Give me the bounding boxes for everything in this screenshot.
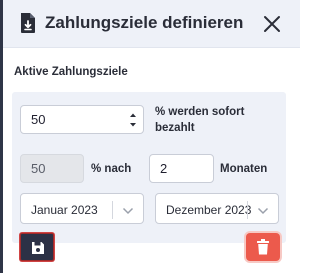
months-input[interactable]: 2 [149, 154, 214, 183]
immediate-percent-label: % werden sofort bezahlt [155, 106, 245, 134]
save-button[interactable] [20, 233, 54, 261]
select-divider [247, 201, 248, 219]
percent-stepper[interactable] [129, 111, 137, 129]
chevron-down-icon[interactable] [122, 205, 134, 215]
immediate-percent-input[interactable]: 50 [20, 105, 144, 134]
payment-terms-dialog: Zahlungsziele definieren Aktive Zahlungs… [0, 0, 300, 273]
start-month-select[interactable]: Januar 2023 [20, 193, 144, 224]
document-download-icon [19, 12, 37, 34]
months-label: Monaten [220, 163, 268, 175]
immediate-percent-value: 50 [31, 112, 46, 127]
delete-button[interactable] [246, 233, 280, 261]
dialog-title: Zahlungsziele definieren [45, 13, 244, 32]
dialog-header: Zahlungsziele definieren [3, 0, 300, 48]
percent-after-label: % nach [91, 163, 132, 175]
select-divider [112, 201, 113, 219]
months-value: 2 [160, 161, 168, 176]
end-month-value: Dezember 2023 [166, 203, 252, 217]
chevron-down-icon[interactable] [257, 205, 269, 215]
end-month-select[interactable]: Dezember 2023 [155, 193, 279, 224]
deferred-percent-value: 50 [31, 161, 46, 176]
start-month-value: Januar 2023 [31, 203, 98, 217]
deferred-percent-input: 50 [20, 154, 84, 183]
section-label: Aktive Zahlungsziele [14, 66, 128, 78]
close-icon[interactable] [262, 14, 282, 34]
